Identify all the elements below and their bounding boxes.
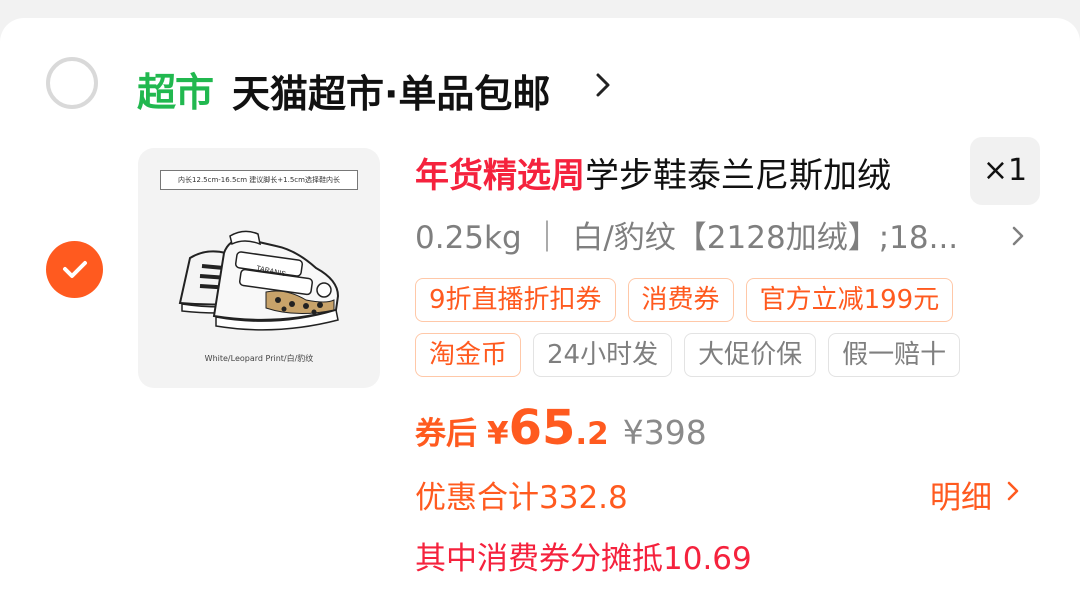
product-image[interactable]: 内长12.5cm-16.5cm 建议脚长+1.5cm选择鞋内长 TARANIS …	[138, 148, 380, 388]
store-name-link[interactable]: 天猫超市·单品包邮	[232, 63, 550, 118]
promo-tag: 9折直播折扣券	[415, 278, 616, 322]
total-savings: 优惠合计332.8	[415, 480, 628, 516]
product-title[interactable]: 年货精选周学步鞋泰兰尼斯加绒	[415, 148, 955, 197]
quantity-selector[interactable]: ×1	[970, 137, 1040, 205]
store-badge: 超市	[137, 71, 214, 116]
checkmark-icon	[63, 261, 87, 278]
item-select-checkbox[interactable]	[46, 241, 103, 298]
promo-tag: 消费券	[627, 278, 734, 322]
service-tag: 大促价保	[684, 333, 817, 377]
chevron-right-icon[interactable]	[595, 72, 611, 98]
chevron-right-icon[interactable]	[1006, 480, 1020, 502]
price-label: 券后	[415, 416, 477, 452]
service-tag: 24小时发	[533, 333, 673, 377]
chevron-right-icon[interactable]	[1011, 225, 1025, 247]
promo-tag: 淘金币	[415, 333, 522, 377]
title-text: 学步鞋泰兰尼斯加绒	[585, 156, 891, 196]
promo-tag: 官方立减199元	[745, 278, 954, 322]
price-currency: ¥	[487, 416, 509, 452]
image-size-banner: 内长12.5cm-16.5cm 建议脚长+1.5cm选择鞋内长	[160, 170, 358, 190]
title-promo-tag: 年货精选周	[415, 156, 585, 196]
price-integer: 65	[508, 400, 576, 456]
savings-detail-link[interactable]: 明细	[930, 472, 992, 517]
store-select-checkbox[interactable]	[46, 57, 98, 109]
promo-tags-row: 9折直播折扣券 消费券 官方立减199元	[415, 278, 954, 322]
price-row: 券后 ¥ 65 .2 ¥398	[415, 400, 707, 456]
coupon-offset-note: 其中消费券分摊抵10.69	[415, 541, 752, 577]
original-price: ¥398	[622, 413, 707, 452]
service-tag: 假一赔十	[828, 333, 961, 377]
shoe-illustration: TARANIS	[178, 230, 340, 331]
service-tags-row: 淘金币 24小时发 大促价保 假一赔十	[415, 333, 961, 377]
price-decimal: .2	[575, 416, 609, 452]
sku-spec-selector[interactable]: 0.25kg ｜ 白/豹纹【2128加绒】;18...	[415, 212, 975, 257]
image-color-caption: White/Leopard Print/白/豹纹	[204, 354, 314, 363]
